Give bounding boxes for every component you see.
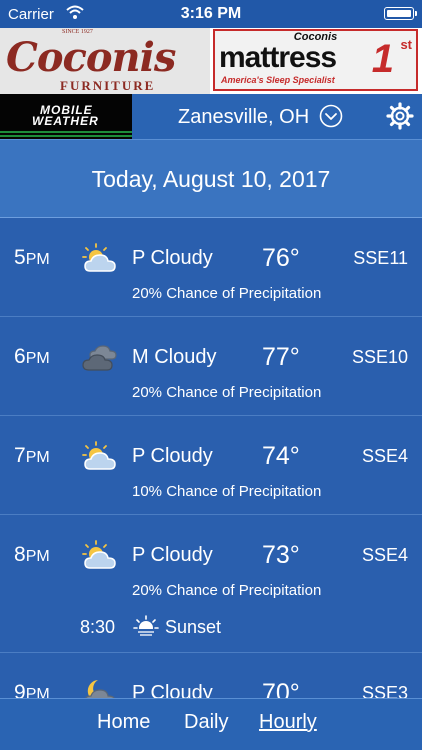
precip-label: 20% Chance of Precipitation xyxy=(132,285,322,302)
hour-label: 8PM xyxy=(14,543,50,566)
wind-label: SSE4 xyxy=(361,545,408,565)
gear-icon[interactable] xyxy=(385,101,415,131)
ad-sub: FURNITURE xyxy=(60,78,156,93)
hour-label: 6PM xyxy=(14,345,50,368)
status-bar: Carrier 3:16 PM xyxy=(0,0,422,28)
sunset-label: Sunset xyxy=(165,617,222,637)
condition-label: P Cloudy xyxy=(132,544,213,566)
wind-label: SSE10 xyxy=(351,347,408,367)
wind-label: SSE3 xyxy=(361,683,408,698)
header-bar: MOBILE WEATHER Zanesville, OH xyxy=(0,94,422,140)
chevron-down-icon[interactable] xyxy=(319,104,343,128)
logo-stripe xyxy=(0,131,132,133)
battery-icon xyxy=(384,7,417,20)
mostly-cloudy-icon xyxy=(82,345,117,371)
hour-row: 7PM P Cloudy 74° SSE4 10% Chance of Prec… xyxy=(0,416,422,515)
condition-label: P Cloudy xyxy=(132,247,213,269)
precip-label: 20% Chance of Precipitation xyxy=(132,384,322,401)
logo-stripe xyxy=(0,135,132,137)
hour-label: 9PM xyxy=(14,681,50,698)
sunset-time: 8:30 xyxy=(80,617,116,637)
tab-home[interactable]: Home xyxy=(97,711,150,734)
condition-label: M Cloudy xyxy=(132,346,217,368)
status-time: 3:16 PM xyxy=(180,5,242,22)
mattress-ad-main: mattress xyxy=(219,41,337,74)
hour-row: 5PM P Cloudy 76° SSE11 20% Chance of Pre… xyxy=(0,218,422,317)
temperature-label: 74° xyxy=(262,442,300,470)
wind-label: SSE11 xyxy=(353,248,408,268)
ad-banner[interactable]: SINCE 1927 Coconis FURNITURE Coconis mat… xyxy=(0,28,422,94)
condition-label: P Cloudy xyxy=(132,445,213,467)
sunset-icon xyxy=(133,615,159,637)
logo-line2: WEATHER xyxy=(32,114,99,128)
wind-label: SSE4 xyxy=(361,446,408,466)
hour-row: 8PM P Cloudy 73° SSE4 20% Chance of Prec… xyxy=(0,515,422,653)
hour-row: 6PM M Cloudy 77° SSE10 20% Chance of Pre… xyxy=(0,317,422,416)
mattress-ad-sup: st xyxy=(400,37,412,52)
hour-label: 5PM xyxy=(14,246,50,269)
date-header: Today, August 10, 2017 xyxy=(0,140,422,218)
mobile-weather-logo: MOBILE WEATHER xyxy=(0,94,132,139)
partly-cloudy-night-icon xyxy=(85,680,115,698)
hour-row: 9PM P Cloudy 70° SSE3 xyxy=(0,653,422,698)
condition-label: P Cloudy xyxy=(132,682,213,698)
tab-hourly[interactable]: Hourly xyxy=(259,711,317,734)
precip-label: 20% Chance of Precipitation xyxy=(132,582,322,599)
location-selector[interactable]: Zanesville, OH xyxy=(178,106,309,129)
partly-cloudy-icon xyxy=(82,441,116,470)
temperature-label: 73° xyxy=(262,541,300,569)
hour-label: 7PM xyxy=(14,444,50,467)
temperature-label: 77° xyxy=(262,343,300,371)
ad-brand: Coconis xyxy=(6,34,176,81)
precip-label: 10% Chance of Precipitation xyxy=(132,483,322,500)
tab-bar: Home Daily Hourly xyxy=(0,698,422,750)
temperature-label: 70° xyxy=(262,679,300,698)
hourly-forecast-list[interactable]: 5PM P Cloudy 76° SSE11 20% Chance of Pre… xyxy=(0,218,422,698)
mattress-ad[interactable]: Coconis mattress 1 st America's Sleep Sp… xyxy=(213,29,418,91)
mattress-ad-num: 1 xyxy=(371,37,394,81)
date-title: Today, August 10, 2017 xyxy=(91,166,331,192)
furniture-ad[interactable]: SINCE 1927 Coconis FURNITURE xyxy=(0,28,210,94)
mattress-ad-tagline: America's Sleep Specialist xyxy=(221,75,335,85)
partly-cloudy-icon xyxy=(82,540,116,569)
partly-cloudy-icon xyxy=(82,243,116,272)
tab-daily[interactable]: Daily xyxy=(184,711,228,734)
temperature-label: 76° xyxy=(262,244,300,272)
